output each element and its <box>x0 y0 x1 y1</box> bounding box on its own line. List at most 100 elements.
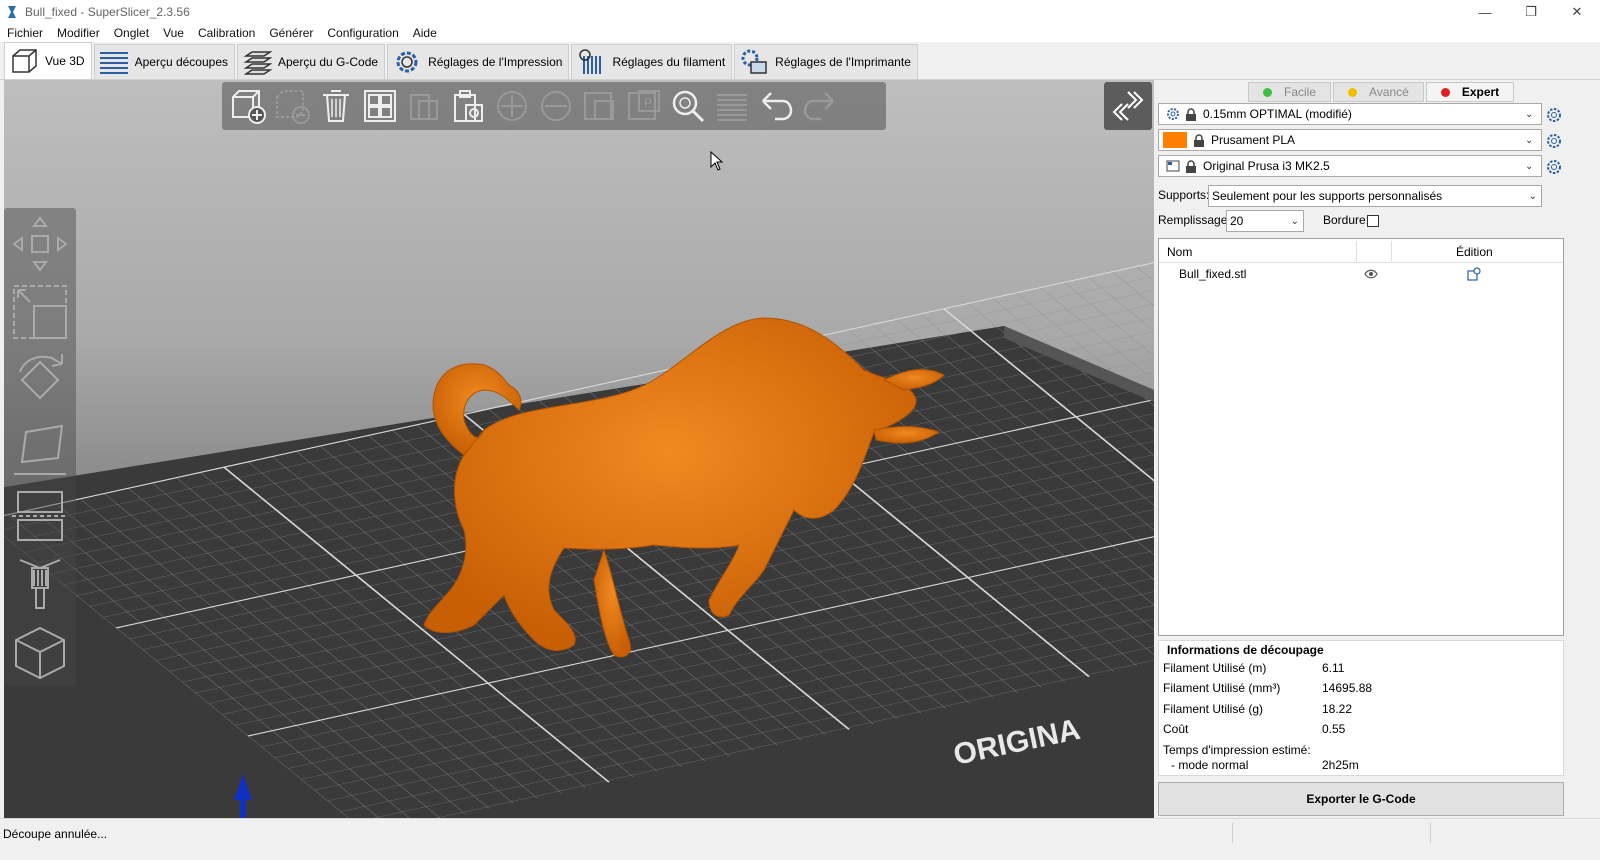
close-icon[interactable]: ✕ <box>1554 0 1600 24</box>
paste-icon[interactable] <box>446 84 490 128</box>
mode-avance-button[interactable]: Avancé <box>1333 82 1424 102</box>
tab-apercu-gcode[interactable]: Aperçu du G-Code <box>237 44 386 79</box>
column-divider <box>1356 241 1357 261</box>
view-cube-icon[interactable] <box>8 620 72 684</box>
window-title: Bull_fixed - SuperSlicer_2.3.56 <box>25 5 190 19</box>
filament-volume-value: 14695.88 <box>1322 681 1373 695</box>
menu-onglet[interactable]: Onglet <box>107 24 156 42</box>
column-divider <box>1391 241 1392 261</box>
filament-weight-label: Filament Utilisé (g) <box>1163 702 1264 716</box>
chevron-down-icon: ⌄ <box>1290 215 1299 227</box>
window-controls: — ❐ ✕ <box>1462 0 1600 24</box>
mode-dot-icon <box>1440 87 1450 97</box>
gear-icon <box>1165 107 1181 121</box>
split-objects-icon[interactable] <box>578 84 622 128</box>
menu-modifier[interactable]: Modifier <box>50 24 107 42</box>
svg-text:P: P <box>644 96 652 110</box>
brim-label: Bordure: <box>1323 213 1370 227</box>
delete-icon[interactable] <box>270 84 314 128</box>
filament-weight-value: 18.22 <box>1322 702 1353 716</box>
menu-vue[interactable]: Vue <box>156 24 191 42</box>
chevron-down-icon: ⌄ <box>1525 134 1534 146</box>
menu-calibration[interactable]: Calibration <box>191 24 262 42</box>
tab-bar: Vue 3D Aperçu découpes Aperçu du G-Code … <box>0 42 1600 80</box>
printer-preset-combo[interactable]: Original Prusa i3 MK2.5 ⌄ <box>1158 155 1542 177</box>
delete-all-icon[interactable] <box>314 84 358 128</box>
edit-settings-icon[interactable] <box>1467 267 1481 281</box>
paint-supports-icon[interactable] <box>8 552 72 616</box>
status-divider <box>1430 823 1431 843</box>
filament-volume-label: Filament Utilisé (mm³) <box>1163 681 1281 695</box>
copy-icon[interactable] <box>402 84 446 128</box>
brim-checkbox[interactable] <box>1367 215 1379 227</box>
menu-configuration[interactable]: Configuration <box>320 24 405 42</box>
split-parts-icon[interactable]: P <box>622 84 666 128</box>
infill-label: Remplissage: <box>1158 213 1231 227</box>
object-name: Bull_fixed.stl <box>1179 267 1247 281</box>
status-bar: Découpe annulée... <box>0 818 1600 860</box>
export-gcode-button[interactable]: Exporter le G-Code <box>1158 782 1564 816</box>
eye-icon[interactable] <box>1364 269 1378 279</box>
arrange-icon[interactable] <box>358 84 402 128</box>
remove-instance-icon[interactable] <box>534 84 578 128</box>
3d-viewport[interactable]: ORIGINA P <box>4 80 1154 818</box>
print-preset-settings-gear-icon[interactable] <box>1546 107 1562 123</box>
print-time-label: Temps d'impression estimé: <box>1163 743 1311 757</box>
object-list: Nom Édition Bull_fixed.stl <box>1158 238 1564 636</box>
lock-icon <box>1186 107 1196 121</box>
supports-select[interactable]: Seulement pour les supports personnalisé… <box>1208 185 1542 207</box>
cube-icon <box>9 47 39 75</box>
mouse-cursor-icon <box>710 151 724 171</box>
supports-label: Supports: <box>1158 188 1210 202</box>
slice-info-panel: Informations de découpage Filament Utili… <box>1158 640 1564 776</box>
menu-fichier[interactable]: Fichier <box>0 24 50 42</box>
title-bar: Bull_fixed - SuperSlicer_2.3.56 — ❐ ✕ <box>0 0 1600 24</box>
normal-mode-value: 2h25m <box>1322 758 1359 772</box>
tab-apercu-decoupes[interactable]: Aperçu découpes <box>93 44 235 79</box>
menu-generer[interactable]: Générer <box>262 24 320 42</box>
printer-preset-settings-gear-icon[interactable] <box>1546 159 1562 175</box>
tab-reglages-impression[interactable]: Réglages de l'Impression <box>387 44 570 79</box>
rotate-icon[interactable] <box>8 348 72 412</box>
tab-reglages-imprimante[interactable]: Réglages de l'Imprimante <box>734 44 918 79</box>
status-divider <box>1232 823 1233 843</box>
redo-icon[interactable] <box>798 84 842 128</box>
add-icon[interactable] <box>226 84 270 128</box>
menu-aide[interactable]: Aide <box>406 24 444 42</box>
undo-icon[interactable] <box>754 84 798 128</box>
print-preset-combo[interactable]: 0.15mm OPTIMAL (modifié) ⌄ <box>1158 103 1542 125</box>
sidebar: Facile Avancé Expert 0.15mm OPTIMAL (mod… <box>1156 80 1600 818</box>
scale-icon[interactable] <box>8 280 72 344</box>
filament-preset-combo[interactable]: Prusament PLA ⌄ <box>1158 129 1542 151</box>
tab-vue-3d[interactable]: Vue 3D <box>4 42 92 79</box>
column-edit-header[interactable]: Édition <box>1456 245 1493 259</box>
restore-icon[interactable]: ❐ <box>1508 0 1554 24</box>
column-name-header[interactable]: Nom <box>1167 245 1192 259</box>
layers-preview-icon <box>99 48 129 76</box>
mode-facile-button[interactable]: Facile <box>1248 82 1332 102</box>
object-row[interactable]: Bull_fixed.stl <box>1159 265 1563 285</box>
superslicer-logo-icon <box>8 6 16 18</box>
add-instance-icon[interactable] <box>490 84 534 128</box>
filament-color-swatch[interactable] <box>1163 132 1187 148</box>
collapse-sidebar-icon[interactable] <box>1104 82 1152 130</box>
tab-reglages-filament[interactable]: Réglages du filament <box>571 44 733 79</box>
object-list-header: Nom Édition <box>1159 239 1563 263</box>
minimize-icon[interactable]: — <box>1462 0 1508 24</box>
gcode-preview-icon <box>242 48 272 76</box>
layers-editing-icon[interactable] <box>710 84 754 128</box>
filament-preset-settings-gear-icon[interactable] <box>1546 133 1562 149</box>
status-text: Découpe annulée... <box>3 827 108 841</box>
chevron-down-icon: ⌄ <box>1528 190 1537 202</box>
printer-icon <box>1165 159 1181 173</box>
move-icon[interactable] <box>8 212 72 276</box>
infill-combo[interactable]: 20 ⌄ <box>1226 210 1304 232</box>
mode-expert-button[interactable]: Expert <box>1425 82 1515 102</box>
cost-label: Coût <box>1163 722 1189 736</box>
print-bed-scene: ORIGINA <box>4 259 1154 818</box>
place-on-face-icon[interactable] <box>8 416 72 480</box>
cut-icon[interactable] <box>8 484 72 548</box>
search-icon[interactable] <box>666 84 710 128</box>
menu-bar: Fichier Modifier Onglet Vue Calibration … <box>0 24 1600 42</box>
printer-settings-icon <box>739 48 769 76</box>
